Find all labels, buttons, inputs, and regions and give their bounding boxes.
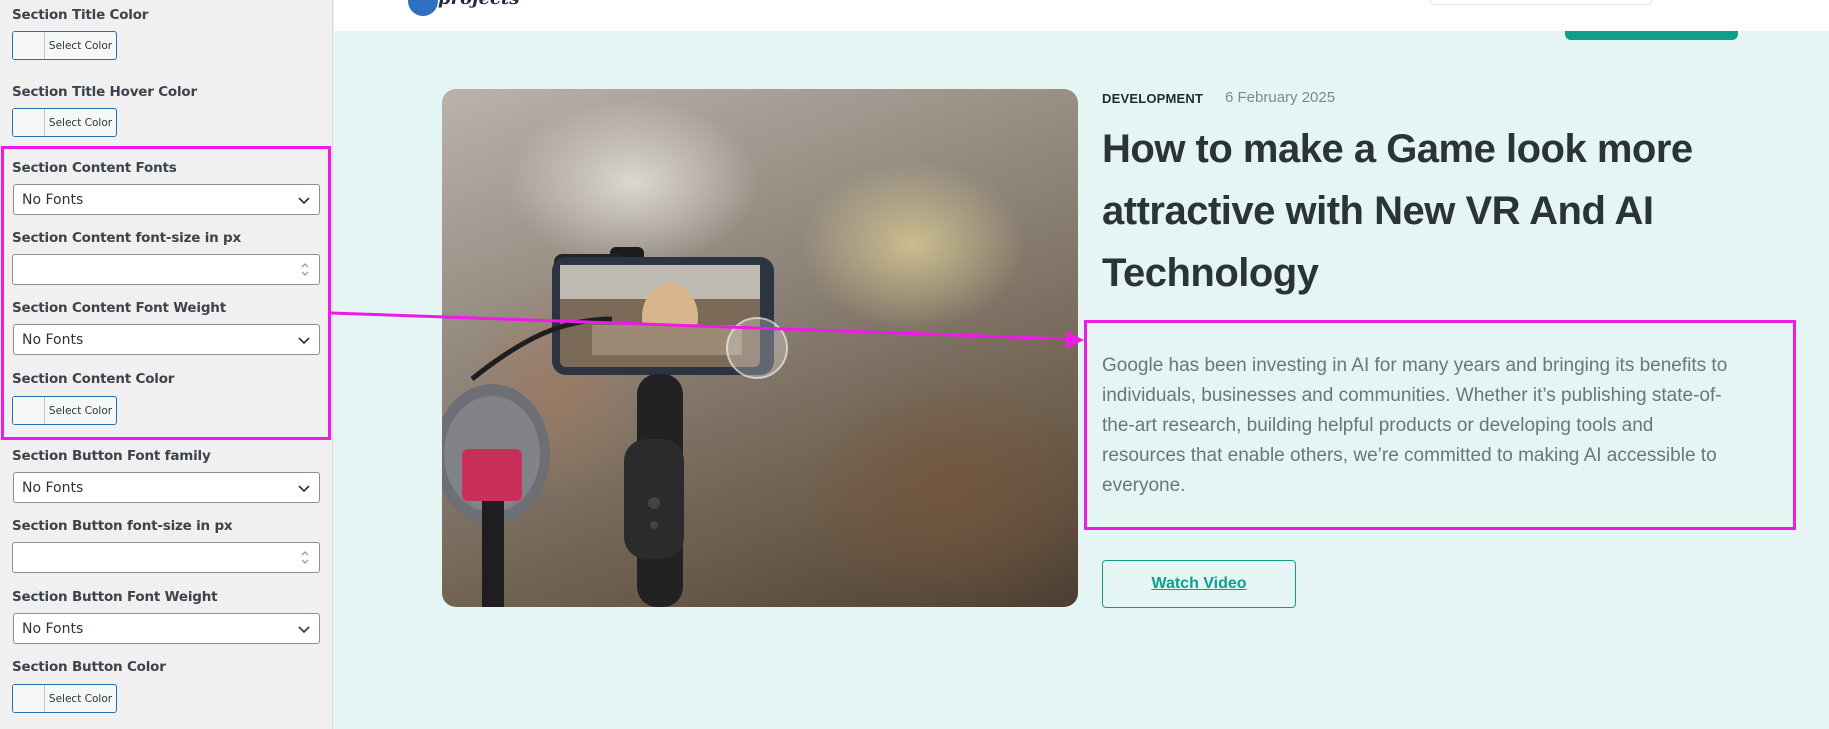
select-color-label: Select Color	[48, 692, 113, 705]
chevron-down-icon	[298, 626, 310, 634]
header-cta-button[interactable]	[1565, 31, 1738, 40]
spinner-arrows-icon[interactable]	[299, 548, 311, 567]
color-swatch	[13, 685, 45, 712]
section-content-font-size-input[interactable]	[12, 254, 320, 285]
site-logo[interactable]: projects	[408, 0, 519, 18]
select-color-label: Select Color	[48, 404, 113, 417]
select-color-label: Select Color	[48, 39, 113, 52]
select-value: No Fonts	[22, 620, 84, 637]
customizer-panel: Section Title Color Select Color Section…	[0, 0, 333, 729]
section-button-font-family-select[interactable]: No Fonts	[13, 472, 320, 503]
section-content-color-picker[interactable]: Select Color	[12, 396, 117, 425]
color-swatch	[13, 109, 45, 136]
select-value: No Fonts	[22, 479, 84, 496]
select-value: No Fonts	[22, 191, 84, 208]
section-title-color-picker[interactable]: Select Color	[12, 31, 117, 60]
field-label-section-title-hover-color: Section Title Hover Color	[12, 84, 197, 100]
field-label-section-content-font-weight: Section Content Font Weight	[12, 300, 226, 316]
gimbal-phone-illustration	[442, 247, 788, 607]
logo-mark-icon	[408, 0, 438, 16]
field-label-section-button-font-family: Section Button Font family	[12, 448, 211, 464]
section-title-hover-color-picker[interactable]: Select Color	[12, 108, 117, 137]
color-swatch	[13, 397, 45, 424]
select-value: No Fonts	[22, 331, 84, 348]
spinner-arrows-icon[interactable]	[299, 260, 311, 279]
color-swatch	[13, 32, 45, 59]
logo-text: projects	[438, 0, 519, 9]
section-content-font-weight-select[interactable]: No Fonts	[13, 324, 320, 355]
section-content-fonts-select[interactable]: No Fonts	[13, 184, 320, 215]
chevron-down-icon	[298, 197, 310, 205]
chevron-down-icon	[298, 485, 310, 493]
select-color-label: Select Color	[48, 116, 113, 129]
field-label-section-button-color: Section Button Color	[12, 659, 166, 675]
site-header: projects	[334, 0, 1829, 31]
header-search-box[interactable]	[1430, 0, 1652, 5]
field-label-section-button-font-size: Section Button font-size in px	[12, 518, 233, 534]
field-label-section-content-font-size: Section Content font-size in px	[12, 230, 242, 246]
field-label-section-content-color: Section Content Color	[12, 371, 175, 387]
post-excerpt: Google has been investing in AI for many…	[1102, 355, 1728, 496]
field-label-section-button-font-weight: Section Button Font Weight	[12, 589, 218, 605]
field-label-section-title-color: Section Title Color	[12, 7, 149, 23]
section-button-font-weight-select[interactable]: No Fonts	[13, 613, 320, 644]
post-title[interactable]: How to make a Game look more attractive …	[1102, 118, 1742, 304]
post-category[interactable]: DEVELOPMENT	[1102, 91, 1203, 106]
chevron-down-icon	[298, 337, 310, 345]
post-date: 6 February 2025	[1225, 89, 1336, 106]
watch-video-button[interactable]: Watch Video	[1102, 560, 1296, 608]
section-button-font-size-input[interactable]	[12, 542, 320, 573]
post-featured-image	[442, 89, 1078, 607]
section-button-color-picker[interactable]: Select Color	[12, 684, 117, 713]
field-label-section-content-fonts: Section Content Fonts	[12, 160, 177, 176]
